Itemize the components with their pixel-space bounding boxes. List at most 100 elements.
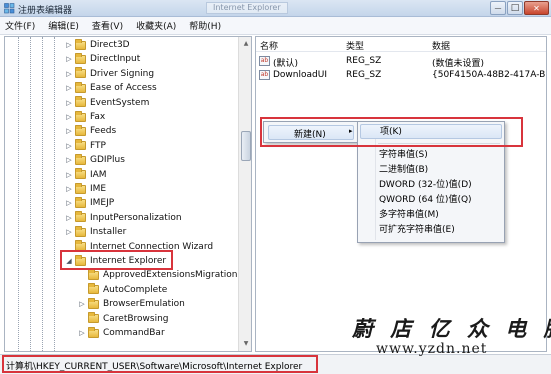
menu-view[interactable]: 查看(V) [92,19,123,32]
folder-icon [75,139,86,151]
tree-item[interactable]: ▷ Driver Signing [65,67,154,81]
tree-item[interactable]: ApprovedExtensionsMigration [78,268,237,282]
highlight-box-path [2,355,318,373]
tree-item-label: Driver Signing [90,68,155,79]
tree-item-label: BrowserEmulation [103,299,185,310]
tree-item[interactable]: AutoComplete [78,283,167,297]
submenu-item-expandable-string-value[interactable]: 可扩充字符串值(E) [379,223,455,237]
highlight-box-new-key [260,117,523,147]
highlight-box-internet-explorer [60,250,173,270]
minimize-button[interactable]: — [490,1,506,15]
expand-arrow-icon[interactable]: ▷ [65,199,73,207]
expand-arrow-icon[interactable]: ▷ [65,99,73,107]
close-button[interactable]: ✕ [524,1,549,15]
folder-icon [88,297,99,309]
value-type: REG_SZ [346,70,382,80]
tree-item-label: Fax [90,112,106,122]
expand-arrow-icon[interactable]: ▷ [65,55,73,63]
tree-item[interactable]: ▷ CommandBar [78,326,165,340]
tree-item[interactable]: CaretBrowsing [78,312,169,326]
tree-item-label: InputPersonalization [90,212,182,223]
folder-icon [75,96,86,108]
submenu-item-qword-value[interactable]: QWORD (64 位)值(Q) [379,193,472,207]
tree-item[interactable]: ▷ FTP [65,139,106,153]
folder-icon [75,182,86,194]
folder-icon [75,52,86,64]
tree-item[interactable]: ▷ EventSystem [65,96,149,110]
tree-item-label: Ease of Access [90,83,157,94]
tree-item-label: AutoComplete [103,284,168,295]
tree-item-label: Direct3D [90,40,130,50]
tree-scroll-thumb[interactable] [241,131,251,161]
maximize-icon: □ [510,3,520,13]
tree-item-label: ApprovedExtensionsMigration [103,270,238,281]
scroll-up-icon[interactable]: ▲ [241,39,251,49]
expand-arrow-icon[interactable]: ▷ [65,70,73,78]
expand-arrow-icon[interactable]: ▷ [65,41,73,49]
tree-item-label: IME [90,184,107,194]
expand-arrow-icon[interactable]: ▷ [65,113,73,121]
submenu-item-binary-value[interactable]: 二进制值(B) [379,163,428,177]
tree-item[interactable]: ▷ Ease of Access [65,81,157,95]
folder-icon [88,268,99,280]
expand-arrow-icon[interactable]: ▷ [65,156,73,164]
tree-item-label: Feeds [90,126,117,137]
scroll-down-icon[interactable]: ▼ [241,339,251,349]
tree-item-label: Installer [90,227,127,238]
expand-arrow-icon[interactable]: ▷ [65,185,73,193]
tree-item[interactable]: ▷ DirectInput [65,52,140,66]
close-icon: ✕ [533,3,540,13]
tree-item[interactable]: ▷ Direct3D [65,38,130,52]
value-name: (默认) [273,59,299,69]
menu-edit[interactable]: 编辑(E) [48,19,79,32]
tree-item[interactable]: ▷ BrowserEmulation [78,297,185,311]
value-row[interactable]: ab (默认) REG_SZ (数值未设置) [256,55,546,69]
regedit-app-icon [4,3,15,14]
value-type: REG_SZ [346,56,382,66]
submenu-item-multi-string-value[interactable]: 多字符串值(M) [379,208,439,222]
expand-arrow-icon[interactable]: ▷ [65,84,73,92]
tree-item[interactable]: ▷ Feeds [65,124,116,138]
watermark-url: www.yzdn.net [376,341,488,357]
expand-arrow-icon[interactable]: ▷ [65,228,73,236]
tree-item[interactable]: ▷ Installer [65,225,126,239]
menu-favorites[interactable]: 收藏夹(A) [136,19,176,32]
expand-arrow-icon[interactable]: ▷ [65,171,73,179]
tree-item-label: DirectInput [90,54,141,65]
folder-icon [75,110,86,122]
string-value-icon: ab [259,70,270,80]
menu-file[interactable]: 文件(F) [5,19,35,32]
folder-icon [75,124,86,136]
value-row[interactable]: ab DownloadUI REG_SZ {50F4150A-48B2-417A… [256,69,546,82]
expand-arrow-icon[interactable]: ▷ [78,300,86,308]
tree-item[interactable]: ▷ IAM [65,168,107,182]
tree-item[interactable]: ▷ InputPersonalization [65,211,182,225]
expand-arrow-icon[interactable]: ▷ [65,214,73,222]
expand-arrow-icon[interactable]: ▷ [78,329,86,337]
expand-arrow-icon[interactable]: ▷ [65,142,73,150]
value-data: {50F4150A-48B2-417A-BE4 [432,70,547,80]
tree-item[interactable]: ▷ IMEJP [65,196,114,210]
tree-scrollbar[interactable]: ▲ ▼ [238,37,251,351]
watermark-brand: 蔚 店 亿 众 电 脑 [352,316,551,341]
folder-icon [88,312,99,324]
tree-item[interactable]: ▷ GDIPlus [65,153,125,167]
registry-tree[interactable]: ▷ Direct3D ▷ DirectInput ▷ Driver Signing ▷ Eas… [4,36,252,352]
tree-item[interactable]: ▷ Fax [65,110,105,124]
minimize-icon: — [494,4,502,12]
folder-icon [75,38,86,50]
tree-item-label: CommandBar [103,328,165,338]
menu-help[interactable]: 帮助(H) [189,19,221,32]
string-value-icon: ab [259,56,270,66]
folder-icon [75,81,86,93]
maximize-button[interactable]: □ [507,1,523,15]
folder-icon [75,153,86,165]
expand-arrow-icon[interactable]: ▷ [65,127,73,135]
submenu-item-string-value[interactable]: 字符串值(S) [379,148,428,162]
tree-item-label: GDIPlus [90,155,125,166]
submenu-item-dword-value[interactable]: DWORD (32-位)值(D) [379,178,472,192]
tree-item-label: CaretBrowsing [103,313,169,324]
tree-item[interactable]: ▷ IME [65,182,106,196]
tree-item-label: EventSystem [90,97,150,108]
value-name: DownloadUI [273,70,327,80]
